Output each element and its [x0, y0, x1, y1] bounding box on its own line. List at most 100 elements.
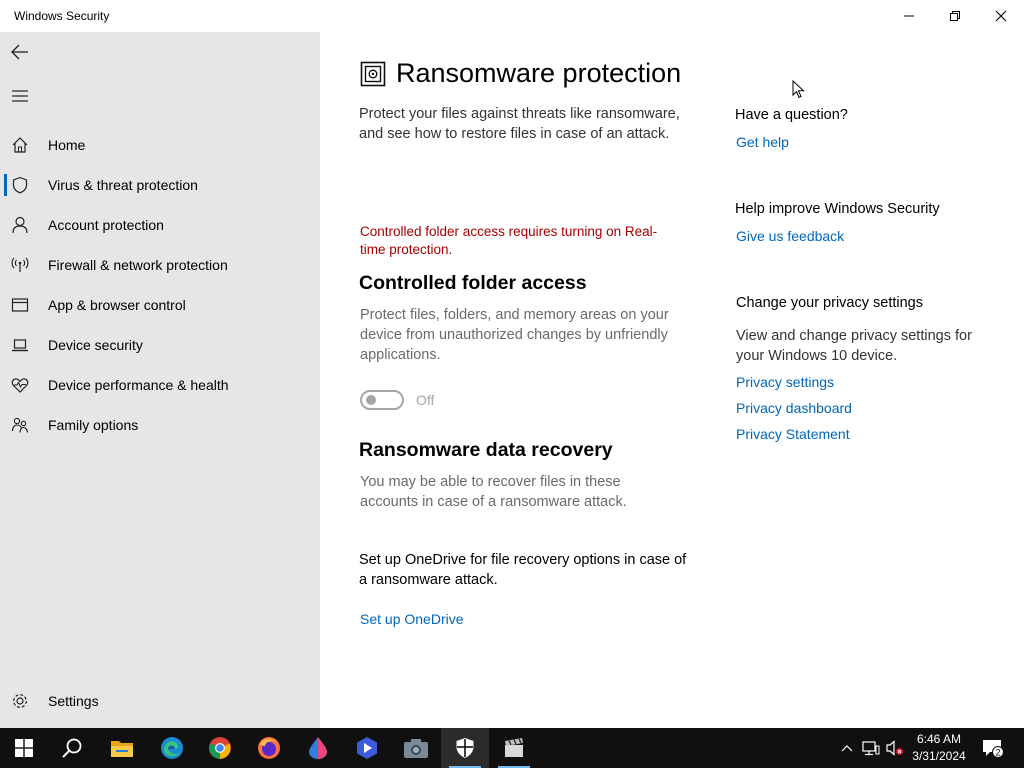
cfa-heading: Controlled folder access	[359, 272, 587, 294]
taskbar-video-editor[interactable]	[343, 728, 391, 768]
sidebar-item-label: Family options	[48, 417, 139, 433]
taskbar-edge[interactable]	[148, 728, 196, 768]
windows-start-icon	[15, 739, 33, 757]
minimize-icon	[904, 15, 914, 17]
minimize-button[interactable]	[886, 0, 932, 32]
restore-button[interactable]	[932, 0, 978, 32]
sidebar-item-label: Account protection	[48, 217, 164, 233]
sidebar-item-family-options[interactable]: Family options	[0, 405, 320, 445]
sidebar-item-label: Device performance & health	[48, 377, 229, 393]
shield-icon	[0, 165, 40, 205]
main-content: Ransomware protection Protect your files…	[320, 32, 1024, 728]
search-icon	[62, 738, 82, 758]
chevron-up-icon	[841, 745, 853, 752]
firefox-icon	[258, 737, 280, 759]
ransomware-vault-icon	[360, 61, 386, 86]
recovery-heading: Ransomware data recovery	[359, 439, 613, 461]
laptop-icon	[0, 325, 40, 365]
clock-time: 6:46 AM	[916, 732, 962, 746]
start-button[interactable]	[0, 728, 48, 768]
privacy-settings-link[interactable]: Privacy settings	[736, 374, 834, 390]
title-bar: Windows Security	[0, 0, 1024, 32]
volume-tray-button[interactable]	[884, 728, 906, 768]
improve-heading: Help improve Windows Security	[735, 201, 940, 217]
taskbar-clock[interactable]: 6:46 AM 3/31/2024	[904, 731, 974, 765]
antenna-icon	[0, 245, 40, 285]
clock-date: 3/31/2024	[912, 749, 966, 763]
page-header: Ransomware protection	[360, 58, 681, 89]
volume-muted-icon	[886, 740, 903, 756]
person-icon	[0, 205, 40, 245]
privacy-dashboard-link[interactable]: Privacy dashboard	[736, 400, 852, 416]
sidebar-item-label: Device security	[48, 337, 143, 353]
question-heading: Have a question?	[735, 107, 848, 123]
sidebar-item-label: Settings	[48, 693, 99, 709]
taskbar-clapperboard-app[interactable]	[490, 728, 538, 768]
taskbar-chrome[interactable]	[196, 728, 244, 768]
cfa-toggle-state: Off	[416, 392, 435, 408]
cfa-toggle-switch[interactable]	[360, 390, 404, 410]
sidebar-item-label: Firewall & network protection	[48, 257, 228, 273]
sidebar-item-settings[interactable]: Settings	[0, 681, 320, 721]
back-arrow-icon	[11, 44, 28, 60]
toggle-knob	[366, 395, 376, 405]
sidebar-item-home[interactable]: Home	[0, 125, 320, 165]
close-icon	[995, 10, 1007, 22]
sidebar-item-firewall[interactable]: Firewall & network protection	[0, 245, 320, 285]
taskbar-drop-app[interactable]	[294, 728, 342, 768]
video-editor-icon	[357, 737, 377, 759]
network-icon	[862, 741, 880, 756]
hamburger-icon	[12, 90, 28, 102]
notification-icon: 2	[983, 740, 1004, 758]
taskbar: 6:46 AM 3/31/2024 2	[0, 728, 1024, 768]
taskbar-camera-app[interactable]	[392, 728, 440, 768]
heart-pulse-icon	[0, 365, 40, 405]
home-icon	[0, 125, 40, 165]
network-tray-button[interactable]	[860, 728, 882, 768]
sidebar-item-virus-threat-protection[interactable]: Virus & threat protection	[0, 165, 320, 205]
camera-app-icon	[404, 739, 428, 758]
gear-icon	[0, 681, 40, 721]
taskbar-search-button[interactable]	[48, 728, 96, 768]
restore-icon	[950, 11, 960, 21]
sidebar-item-label: App & browser control	[48, 297, 186, 313]
clapperboard-app-icon	[505, 738, 523, 757]
show-hidden-icons-button[interactable]	[836, 728, 858, 768]
setup-onedrive-link[interactable]: Set up OneDrive	[360, 611, 464, 627]
cfa-description: Protect files, folders, and memory areas…	[360, 307, 669, 363]
page-intro: Protect your files against threats like …	[359, 106, 680, 142]
get-help-link[interactable]: Get help	[736, 134, 789, 150]
recovery-description: You may be able to recover files in thes…	[360, 474, 627, 510]
cfa-toggle-row: Off	[360, 390, 434, 410]
notification-count: 2	[995, 747, 1000, 757]
browser-window-icon	[0, 285, 40, 325]
privacy-statement-link[interactable]: Privacy Statement	[736, 426, 850, 442]
sidebar-item-label: Virus & threat protection	[48, 177, 198, 193]
sidebar-item-account-protection[interactable]: Account protection	[0, 205, 320, 245]
sidebar-item-device-security[interactable]: Device security	[0, 325, 320, 365]
mouse-cursor-icon	[792, 80, 805, 99]
chrome-icon	[209, 737, 231, 759]
taskbar-firefox[interactable]	[245, 728, 293, 768]
sidebar-item-app-browser-control[interactable]: App & browser control	[0, 285, 320, 325]
drop-app-icon	[309, 737, 327, 759]
hamburger-menu-button[interactable]	[4, 82, 36, 110]
realtime-warning: Controlled folder access requires turnin…	[360, 224, 658, 257]
edge-icon	[161, 737, 183, 759]
taskbar-windows-security[interactable]	[441, 728, 489, 768]
close-button[interactable]	[978, 0, 1024, 32]
sidebar-item-label: Home	[48, 137, 86, 153]
onedrive-info: Set up OneDrive for file recovery option…	[359, 552, 687, 588]
sidebar: Home Virus & threat protection Account p…	[0, 32, 320, 728]
privacy-description: View and change privacy settings for you…	[736, 328, 972, 364]
give-feedback-link[interactable]: Give us feedback	[736, 228, 844, 244]
back-button[interactable]	[4, 38, 36, 66]
notification-center-button[interactable]: 2	[978, 728, 1008, 768]
taskbar-file-explorer[interactable]	[98, 728, 146, 768]
sidebar-item-device-performance[interactable]: Device performance & health	[0, 365, 320, 405]
privacy-heading: Change your privacy settings	[736, 295, 923, 311]
page-title: Ransomware protection	[396, 58, 682, 88]
family-icon	[0, 405, 40, 445]
windows-security-icon	[456, 738, 474, 758]
file-explorer-icon	[111, 741, 133, 757]
